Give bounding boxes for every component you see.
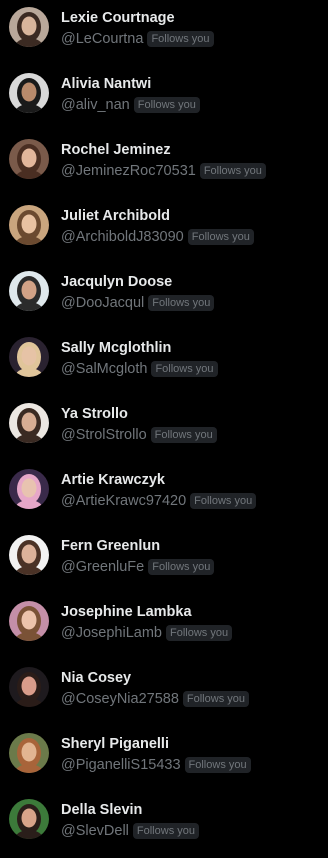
avatar[interactable] <box>9 469 49 509</box>
avatar-photo-icon <box>9 7 49 47</box>
user-cell[interactable]: Sally Mcglothlin @SalMcgloth Follows you <box>0 330 328 396</box>
handle-line: @ArtieKrawc97420 Follows you <box>61 492 257 510</box>
avatar[interactable] <box>9 403 49 443</box>
display-name[interactable]: Jacqulyn Doose <box>61 273 172 291</box>
user-cell[interactable]: Fern Greenlun @GreenluFe Follows you <box>0 528 328 594</box>
user-handle[interactable]: @ArchiboldJ83090 <box>61 228 184 246</box>
avatar-photo-icon <box>9 469 49 509</box>
user-handle[interactable]: @DooJacqul <box>61 294 144 312</box>
handle-line: @LeCourtna Follows you <box>61 30 214 48</box>
handle-line: @JeminezRoc70531 Follows you <box>61 162 266 180</box>
avatar[interactable] <box>9 73 49 113</box>
user-handle[interactable]: @SalMcgloth <box>61 360 147 378</box>
user-handle[interactable]: @LeCourtna <box>61 30 143 48</box>
avatar-photo-icon <box>9 799 49 839</box>
user-handle[interactable]: @PiganelliS15433 <box>61 756 181 774</box>
avatar[interactable] <box>9 535 49 575</box>
avatar-photo-icon <box>9 667 49 707</box>
handle-line: @PiganelliS15433 Follows you <box>61 756 251 774</box>
follows-you-badge: Follows you <box>199 163 266 179</box>
follows-you-badge: Follows you <box>148 559 215 575</box>
user-handle[interactable]: @GreenluFe <box>61 558 144 576</box>
follows-you-badge: Follows you <box>151 361 218 377</box>
follows-you-badge: Follows you <box>190 493 257 509</box>
display-name[interactable]: Nia Cosey <box>61 669 131 687</box>
display-name[interactable]: Lexie Courtnage <box>61 9 175 27</box>
user-handle[interactable]: @StrolStrollo <box>61 426 147 444</box>
user-handle[interactable]: @aliv_nan <box>61 96 130 114</box>
handle-line: @GreenluFe Follows you <box>61 558 215 576</box>
follows-you-badge: Follows you <box>148 295 215 311</box>
avatar-photo-icon <box>9 601 49 641</box>
follows-you-badge: Follows you <box>150 427 217 443</box>
display-name[interactable]: Della Slevin <box>61 801 142 819</box>
user-cell[interactable]: Jacqulyn Doose @DooJacqul Follows you <box>0 264 328 330</box>
avatar[interactable] <box>9 601 49 641</box>
avatar-photo-icon <box>9 205 49 245</box>
display-name[interactable]: Rochel Jeminez <box>61 141 171 159</box>
handle-line: @ArchiboldJ83090 Follows you <box>61 228 254 246</box>
follows-you-badge: Follows you <box>184 757 251 773</box>
follows-you-badge: Follows you <box>187 229 254 245</box>
display-name[interactable]: Sally Mcglothlin <box>61 339 171 357</box>
follows-you-badge: Follows you <box>147 31 214 47</box>
avatar-photo-icon <box>9 271 49 311</box>
user-cell[interactable]: Lexie Courtnage @LeCourtna Follows you <box>0 0 328 66</box>
avatar[interactable] <box>9 667 49 707</box>
display-name[interactable]: Artie Krawczyk <box>61 471 165 489</box>
avatar[interactable] <box>9 139 49 179</box>
user-cell[interactable]: Rochel Jeminez @JeminezRoc70531 Follows … <box>0 132 328 198</box>
follows-you-badge: Follows you <box>132 823 199 839</box>
avatar[interactable] <box>9 799 49 839</box>
user-handle[interactable]: @JeminezRoc70531 <box>61 162 196 180</box>
user-cell[interactable]: Nia Cosey @CoseyNia27588 Follows you <box>0 660 328 726</box>
display-name[interactable]: Josephine Lambka <box>61 603 192 621</box>
handle-line: @DooJacqul Follows you <box>61 294 215 312</box>
user-cell[interactable]: Sheryl Piganelli @PiganelliS15433 Follow… <box>0 726 328 792</box>
avatar-photo-icon <box>9 403 49 443</box>
user-handle[interactable]: @SlevDell <box>61 822 129 840</box>
handle-line: @SalMcgloth Follows you <box>61 360 218 378</box>
display-name[interactable]: Sheryl Piganelli <box>61 735 169 753</box>
avatar-photo-icon <box>9 535 49 575</box>
user-handle[interactable]: @JosephiLamb <box>61 624 162 642</box>
user-cell[interactable]: Josephine Lambka @JosephiLamb Follows yo… <box>0 594 328 660</box>
handle-line: @CoseyNia27588 Follows you <box>61 690 249 708</box>
avatar[interactable] <box>9 205 49 245</box>
user-cell[interactable]: Juliet Archibold @ArchiboldJ83090 Follow… <box>0 198 328 264</box>
handle-line: @JosephiLamb Follows you <box>61 624 233 642</box>
avatar-photo-icon <box>9 733 49 773</box>
follows-you-badge: Follows you <box>182 691 249 707</box>
display-name[interactable]: Juliet Archibold <box>61 207 170 225</box>
user-cell[interactable]: Artie Krawczyk @ArtieKrawc97420 Follows … <box>0 462 328 528</box>
follows-you-badge: Follows you <box>165 625 233 641</box>
handle-line: @StrolStrollo Follows you <box>61 426 217 444</box>
avatar[interactable] <box>9 337 49 377</box>
user-handle[interactable]: @CoseyNia27588 <box>61 690 179 708</box>
follows-you-badge: Follows you <box>133 97 200 113</box>
avatar[interactable] <box>9 271 49 311</box>
user-handle[interactable]: @ArtieKrawc97420 <box>61 492 186 510</box>
handle-line: @aliv_nan Follows you <box>61 96 200 114</box>
display-name[interactable]: Alivia Nantwi <box>61 75 151 93</box>
avatar-photo-icon <box>9 139 49 179</box>
handle-line: @SlevDell Follows you <box>61 822 199 840</box>
avatar[interactable] <box>9 733 49 773</box>
display-name[interactable]: Fern Greenlun <box>61 537 160 555</box>
user-cell[interactable]: Ya Strollo @StrolStrollo Follows you <box>0 396 328 462</box>
user-cell[interactable]: Della Slevin @SlevDell Follows you <box>0 792 328 858</box>
avatar[interactable] <box>9 7 49 47</box>
follower-list: Lexie Courtnage @LeCourtna Follows you A… <box>0 0 328 858</box>
avatar-photo-icon <box>9 337 49 377</box>
display-name[interactable]: Ya Strollo <box>61 405 128 423</box>
user-cell[interactable]: Alivia Nantwi @aliv_nan Follows you <box>0 66 328 132</box>
avatar-photo-icon <box>9 73 49 113</box>
